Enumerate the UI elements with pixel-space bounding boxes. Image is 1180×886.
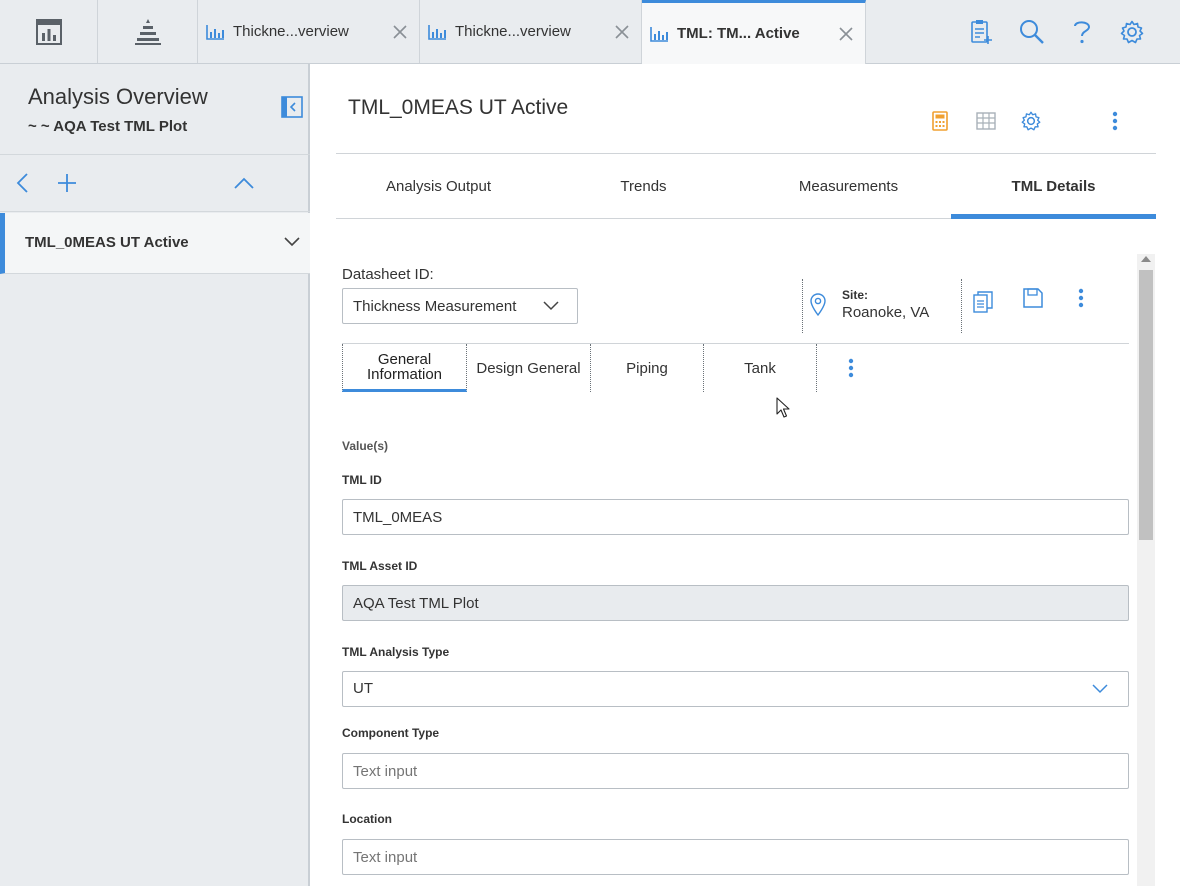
- back-icon[interactable]: [10, 171, 34, 195]
- gear-icon: [1120, 20, 1144, 44]
- left-panel: Analysis Overview ~ ~ AQA Test TML Plot …: [0, 64, 310, 886]
- chevron-up-icon[interactable]: [232, 171, 256, 195]
- calculator-icon[interactable]: [929, 110, 951, 132]
- add-icon[interactable]: [55, 171, 79, 195]
- gear-icon[interactable]: [1020, 110, 1042, 132]
- site-label: Site:: [842, 288, 869, 302]
- tab-thickness-overview-2[interactable]: Thickne...verview: [420, 0, 642, 63]
- tab-analysis-output[interactable]: Analysis Output: [336, 154, 541, 219]
- component-type-input[interactable]: [342, 753, 1129, 789]
- help-button[interactable]: [1057, 0, 1107, 63]
- panel-subtitle: ~ ~ AQA Test TML Plot: [28, 118, 188, 135]
- divider: [961, 279, 962, 333]
- scrollbar-thumb[interactable]: [1139, 270, 1153, 540]
- tab-label: Thickne...verview: [233, 23, 349, 40]
- more-vertical-icon[interactable]: [848, 358, 854, 378]
- subtab-piping[interactable]: Piping: [591, 344, 704, 392]
- field-label: TML Asset ID: [342, 559, 418, 573]
- chevron-down-icon: [1092, 684, 1108, 694]
- subtab-tank[interactable]: Tank: [704, 344, 817, 392]
- chart-icon: [428, 24, 447, 40]
- table-icon[interactable]: [975, 110, 997, 132]
- field-label: Component Type: [342, 726, 440, 740]
- tml-asset-id-input: [342, 585, 1129, 621]
- tab-tml-details[interactable]: TML Details: [951, 154, 1156, 219]
- scroll-up-arrow-icon[interactable]: [1141, 256, 1151, 262]
- page-title: TML_0MEAS UT Active: [348, 96, 569, 119]
- collapse-panel-icon[interactable]: [281, 96, 303, 118]
- settings-button[interactable]: [1107, 0, 1157, 63]
- search-button[interactable]: [1007, 0, 1057, 63]
- copy-icon[interactable]: [972, 291, 994, 313]
- tab-tml-active[interactable]: TML: TM... Active: [642, 0, 866, 64]
- tml-analysis-type-select[interactable]: UT: [342, 671, 1129, 707]
- search-icon: [1019, 19, 1045, 45]
- main-content: TML_0MEAS UT Active Analysis Output Tren…: [312, 64, 1180, 886]
- help-icon: [1072, 19, 1092, 45]
- datasheet-label: Datasheet ID:: [342, 266, 434, 283]
- left-panel-header: Analysis Overview ~ ~ AQA Test TML Plot: [0, 64, 310, 154]
- field-label: TML ID: [342, 473, 382, 487]
- tab-trends[interactable]: Trends: [541, 154, 746, 219]
- top-tab-bar: Thickne...verview Thickne...verview TML:…: [0, 0, 1180, 64]
- list-item[interactable]: TML_0MEAS UT Active: [0, 213, 310, 274]
- list-item-label: TML_0MEAS UT Active: [25, 234, 189, 251]
- chart-icon: [650, 26, 669, 42]
- close-icon[interactable]: [839, 26, 853, 41]
- field-label: TML Analysis Type: [342, 645, 450, 659]
- datasheet-select-value: Thickness Measurement: [353, 298, 517, 315]
- divider: [802, 279, 803, 333]
- tml-id-input[interactable]: [342, 499, 1129, 535]
- chart-icon: [206, 24, 225, 40]
- chevron-down-icon[interactable]: [283, 236, 301, 248]
- subtab-label: General Information: [366, 350, 443, 383]
- location-pin-icon: [809, 292, 827, 316]
- main-tabs: Analysis Output Trends Measurements TML …: [336, 154, 1156, 219]
- clipboard-button[interactable]: [956, 0, 1006, 63]
- select-value: UT: [353, 680, 373, 697]
- tab-label: Thickne...verview: [455, 23, 571, 40]
- asset-hierarchy-button[interactable]: [98, 0, 198, 63]
- mouse-cursor-icon: [776, 397, 790, 419]
- more-vertical-icon[interactable]: [1070, 287, 1092, 309]
- subtab-general-information[interactable]: General Information: [342, 344, 467, 392]
- scrollbar[interactable]: [1137, 254, 1155, 886]
- field-label: Location: [342, 812, 392, 826]
- tab-label: TML: TM... Active: [677, 25, 800, 42]
- dashboard-button[interactable]: [0, 0, 98, 63]
- close-icon[interactable]: [393, 24, 407, 39]
- subtab-design-general[interactable]: Design General: [467, 344, 591, 392]
- clipboard-icon: [969, 19, 993, 45]
- save-icon[interactable]: [1022, 287, 1044, 309]
- datasheet-select[interactable]: Thickness Measurement: [342, 288, 578, 324]
- more-vertical-icon[interactable]: [1104, 110, 1126, 132]
- form-section-title: Value(s): [342, 439, 389, 453]
- asset-hierarchy-icon: [133, 17, 163, 47]
- close-icon[interactable]: [615, 24, 629, 39]
- left-panel-toolbar: [0, 154, 310, 212]
- site-value: Roanoke, VA: [842, 304, 930, 321]
- dashboard-icon: [35, 18, 63, 46]
- chevron-down-icon: [543, 301, 559, 311]
- tab-thickness-overview-1[interactable]: Thickne...verview: [198, 0, 420, 63]
- panel-title: Analysis Overview: [28, 84, 208, 109]
- location-input[interactable]: [342, 839, 1129, 875]
- tab-measurements[interactable]: Measurements: [746, 154, 951, 219]
